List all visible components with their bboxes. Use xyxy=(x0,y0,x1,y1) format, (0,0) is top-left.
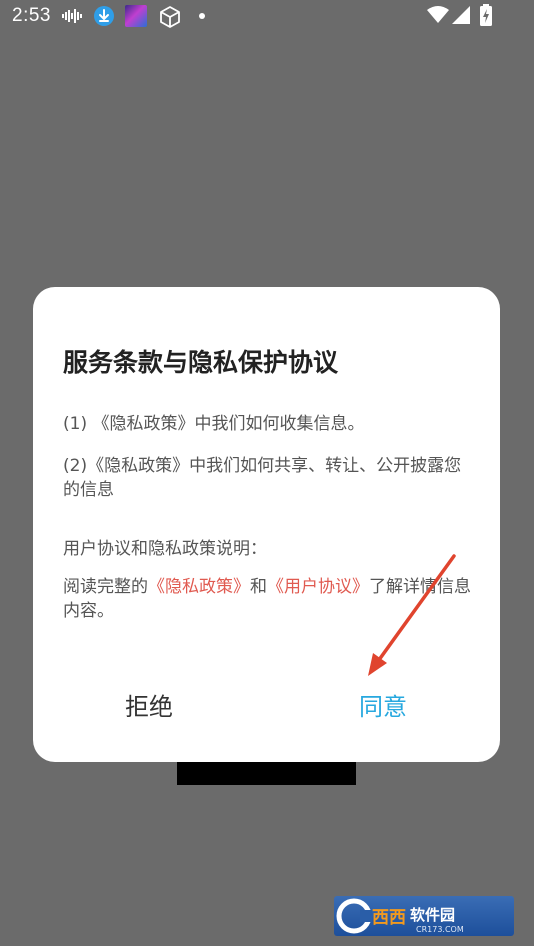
read-prefix: 阅读完整的 xyxy=(63,577,148,597)
status-time: 2:53 xyxy=(12,5,51,26)
svg-text:CR173.COM: CR173.COM xyxy=(416,925,464,934)
wifi-icon xyxy=(427,6,449,23)
notification-dot-icon xyxy=(199,13,205,19)
read-full-text: 阅读完整的《隐私政策》和《用户协议》了解详情信息内容。 xyxy=(63,575,473,623)
privacy-item-share: (2)《隐私政策》中我们如何共享、转让、公开披露您的信息 xyxy=(63,456,462,500)
waveform-icon xyxy=(62,9,82,23)
svg-text:西西: 西西 xyxy=(372,908,406,928)
section-heading: 用户协议和隐私政策说明： xyxy=(63,539,267,559)
reject-button[interactable]: 拒绝 xyxy=(125,690,173,724)
signal-icon xyxy=(452,6,470,24)
privacy-item-collect: (1) 《隐私政策》中我们如何收集信息。 xyxy=(63,414,365,434)
status-bar: 2:53 xyxy=(0,0,534,32)
watermark-logo: 西西 软件园 CR173.COM xyxy=(334,896,514,936)
cube-icon xyxy=(160,6,180,28)
agree-button[interactable]: 同意 xyxy=(359,690,407,724)
download-icon xyxy=(94,6,114,26)
privacy-agreement-dialog: 服务条款与隐私保护协议 (1) 《隐私政策》中我们如何收集信息。 (2)《隐私政… xyxy=(33,287,500,762)
battery-charging-icon xyxy=(480,4,492,26)
privacy-policy-link[interactable]: 《隐私政策》 xyxy=(148,577,250,597)
game-app-icon xyxy=(125,5,147,27)
svg-text:软件园: 软件园 xyxy=(410,906,455,924)
user-agreement-link[interactable]: 《用户协议》 xyxy=(267,577,369,597)
dialog-title: 服务条款与隐私保护协议 xyxy=(63,348,339,377)
read-and: 和 xyxy=(250,577,267,597)
